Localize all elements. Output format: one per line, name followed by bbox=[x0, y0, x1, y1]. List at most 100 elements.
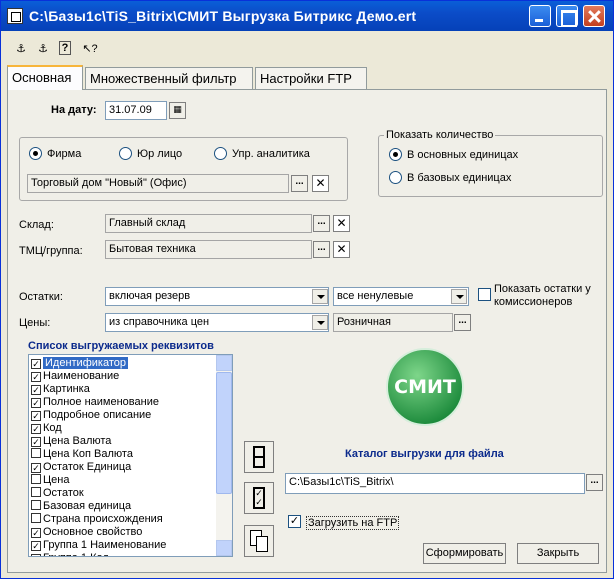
radio-main-units[interactable] bbox=[389, 148, 402, 161]
stock-mode-dropdown-icon[interactable] bbox=[312, 289, 328, 304]
list-item[interactable]: ✓ Цена Валюта bbox=[31, 435, 213, 448]
warehouse-field[interactable]: Главный склад bbox=[105, 214, 312, 233]
price-type-select-button[interactable]: ... bbox=[454, 314, 471, 331]
list-item[interactable]: ✓ Группа 1 Наименование bbox=[31, 539, 213, 552]
ftp-checkbox[interactable]: ✓ bbox=[288, 515, 301, 528]
list-item-checkbox[interactable]: ✓ bbox=[31, 541, 41, 551]
title-bar[interactable]: C:\Базы1с\TiS_Bitrix\СМИТ Выгрузка Битри… bbox=[1, 1, 613, 31]
org-field[interactable]: Торговый дом "Новый" (Офис) bbox=[27, 174, 289, 193]
scroll-up-icon[interactable] bbox=[216, 355, 232, 371]
list-item-label: Группа 1 Наименование bbox=[43, 539, 167, 551]
list-item-checkbox[interactable]: ✓ bbox=[31, 424, 41, 434]
list-item[interactable]: ✓ Наименование bbox=[31, 370, 213, 383]
goods-select-button[interactable]: ... bbox=[313, 241, 330, 258]
pointer-help-icon[interactable]: ↖? bbox=[81, 41, 99, 57]
price-type-field[interactable]: Розничная bbox=[333, 313, 453, 332]
attrs-title: Список выгружаемых реквизитов bbox=[28, 340, 214, 352]
stock-mode-select[interactable]: включая резерв bbox=[105, 287, 329, 306]
radio-firm-label: Фирма bbox=[47, 148, 82, 160]
list-item[interactable]: Страна происхождения bbox=[31, 513, 213, 526]
tab-multi-filter[interactable]: Множественный фильтр bbox=[85, 67, 253, 89]
list-item-label: Цена Коп Валюта bbox=[43, 448, 133, 460]
main-window: C:\Базы1с\TiS_Bitrix\СМИТ Выгрузка Битри… bbox=[0, 0, 614, 579]
minimize-button[interactable] bbox=[529, 5, 551, 27]
list-item-label: Страна происхождения bbox=[43, 513, 163, 525]
list-item[interactable]: ✓ Картинка bbox=[31, 383, 213, 396]
close-window-button[interactable] bbox=[583, 5, 605, 27]
list-item-checkbox[interactable] bbox=[31, 474, 41, 484]
generate-button[interactable]: Сформировать bbox=[423, 543, 506, 564]
close-button[interactable]: Закрыть bbox=[517, 543, 599, 564]
radio-base-units[interactable] bbox=[389, 171, 402, 184]
list-item-label: Подробное описание bbox=[43, 409, 152, 421]
prices-source-select[interactable]: из справочника цен bbox=[105, 313, 329, 332]
list-item[interactable]: Цена bbox=[31, 474, 213, 487]
list-item-checkbox[interactable]: ✓ bbox=[31, 398, 41, 408]
list-item[interactable]: Базовая единица bbox=[31, 500, 213, 513]
radio-firm[interactable] bbox=[29, 147, 42, 160]
list-item-label: Картинка bbox=[43, 383, 90, 395]
tool-icon-1[interactable]: ⚓ bbox=[13, 41, 29, 57]
export-path-input[interactable]: C:\Базы1с\TiS_Bitrix\ bbox=[285, 473, 585, 494]
scroll-thumb[interactable] bbox=[216, 372, 232, 494]
list-item-checkbox[interactable]: ✓ bbox=[31, 372, 41, 382]
list-item-checkbox[interactable]: ✓ bbox=[31, 437, 41, 447]
warehouse-label: Склад: bbox=[19, 219, 54, 231]
list-item-label: Наименование bbox=[43, 370, 120, 382]
tool-icon-2[interactable]: ⚓ bbox=[35, 41, 51, 57]
org-select-button[interactable]: ... bbox=[291, 175, 308, 192]
check-all-icon[interactable]: ✓ ✓ bbox=[244, 482, 274, 514]
show-qty-title: Показать количество bbox=[384, 129, 496, 141]
maximize-button[interactable] bbox=[556, 5, 578, 27]
calendar-icon[interactable]: ▦ bbox=[169, 102, 186, 119]
goods-clear-icon[interactable]: ✕ bbox=[333, 241, 350, 258]
list-item-checkbox[interactable] bbox=[31, 448, 41, 458]
list-item[interactable]: ✓ Идентификатор bbox=[31, 357, 213, 370]
warehouse-clear-icon[interactable]: ✕ bbox=[333, 215, 350, 232]
copy-icon[interactable] bbox=[244, 525, 274, 557]
list-item-checkbox[interactable]: ✓ bbox=[31, 359, 41, 369]
date-input[interactable]: 31.07.09 bbox=[105, 101, 167, 120]
select-all-icon[interactable] bbox=[244, 441, 274, 473]
stock-filter-select[interactable]: все ненулевые bbox=[333, 287, 469, 306]
list-item[interactable]: ✓ Полное наименование bbox=[31, 396, 213, 409]
list-item[interactable]: Цена Коп Валюта bbox=[31, 448, 213, 461]
radio-legal-entity[interactable] bbox=[119, 147, 132, 160]
consign-checkbox[interactable] bbox=[478, 288, 491, 301]
list-item[interactable]: ✓ Код bbox=[31, 422, 213, 435]
list-item[interactable]: ✓ Подробное описание bbox=[31, 409, 213, 422]
attrs-scrollbar[interactable] bbox=[216, 355, 232, 556]
list-item[interactable]: ✓Группа 1 Код bbox=[31, 552, 213, 556]
list-item[interactable]: Остаток bbox=[31, 487, 213, 500]
list-item[interactable]: ✓ Основное свойство bbox=[31, 526, 213, 539]
export-path-select-button[interactable]: ... bbox=[586, 474, 603, 491]
list-item-checkbox[interactable]: ✓ bbox=[31, 463, 41, 473]
list-item-label: Цена bbox=[43, 474, 70, 486]
help-icon[interactable]: ? bbox=[59, 41, 71, 55]
scroll-down-icon[interactable] bbox=[216, 540, 232, 556]
tab-ftp-settings[interactable]: Настройки FTP bbox=[255, 67, 367, 89]
attrs-list[interactable]: ✓ Идентификатор ✓ Наименование ✓ Картинка ✓ Пол… bbox=[28, 354, 233, 557]
warehouse-select-button[interactable]: ... bbox=[313, 215, 330, 232]
list-item[interactable]: ✓ Остаток Единица bbox=[31, 461, 213, 474]
list-item-label: Базовая единица bbox=[43, 500, 132, 512]
radio-legal-entity-label: Юр лицо bbox=[137, 148, 183, 160]
goods-label: ТМЦ/группа: bbox=[19, 245, 83, 257]
list-item-checkbox[interactable]: ✓ bbox=[31, 411, 41, 421]
goods-field[interactable]: Бытовая техника bbox=[105, 240, 312, 259]
list-item-checkbox[interactable] bbox=[31, 500, 41, 510]
radio-base-units-label: В базовых единицах bbox=[407, 172, 512, 184]
list-item-checkbox[interactable]: ✓ bbox=[31, 554, 41, 556]
export-title: Каталог выгрузки для файла bbox=[345, 448, 504, 460]
prices-source-dropdown-icon[interactable] bbox=[312, 315, 328, 330]
list-item-checkbox[interactable]: ✓ bbox=[31, 528, 41, 538]
list-item-label: Цена Валюта bbox=[43, 435, 112, 447]
stock-filter-dropdown-icon[interactable] bbox=[451, 289, 467, 304]
org-clear-icon[interactable]: ✕ bbox=[312, 175, 329, 192]
list-item-checkbox[interactable] bbox=[31, 487, 41, 497]
tab-main[interactable]: Основная bbox=[7, 65, 83, 90]
list-item-checkbox[interactable] bbox=[31, 513, 41, 523]
window-title: C:\Базы1с\TiS_Bitrix\СМИТ Выгрузка Битри… bbox=[29, 8, 417, 24]
list-item-checkbox[interactable]: ✓ bbox=[31, 385, 41, 395]
radio-mgmt-analytics[interactable] bbox=[214, 147, 227, 160]
